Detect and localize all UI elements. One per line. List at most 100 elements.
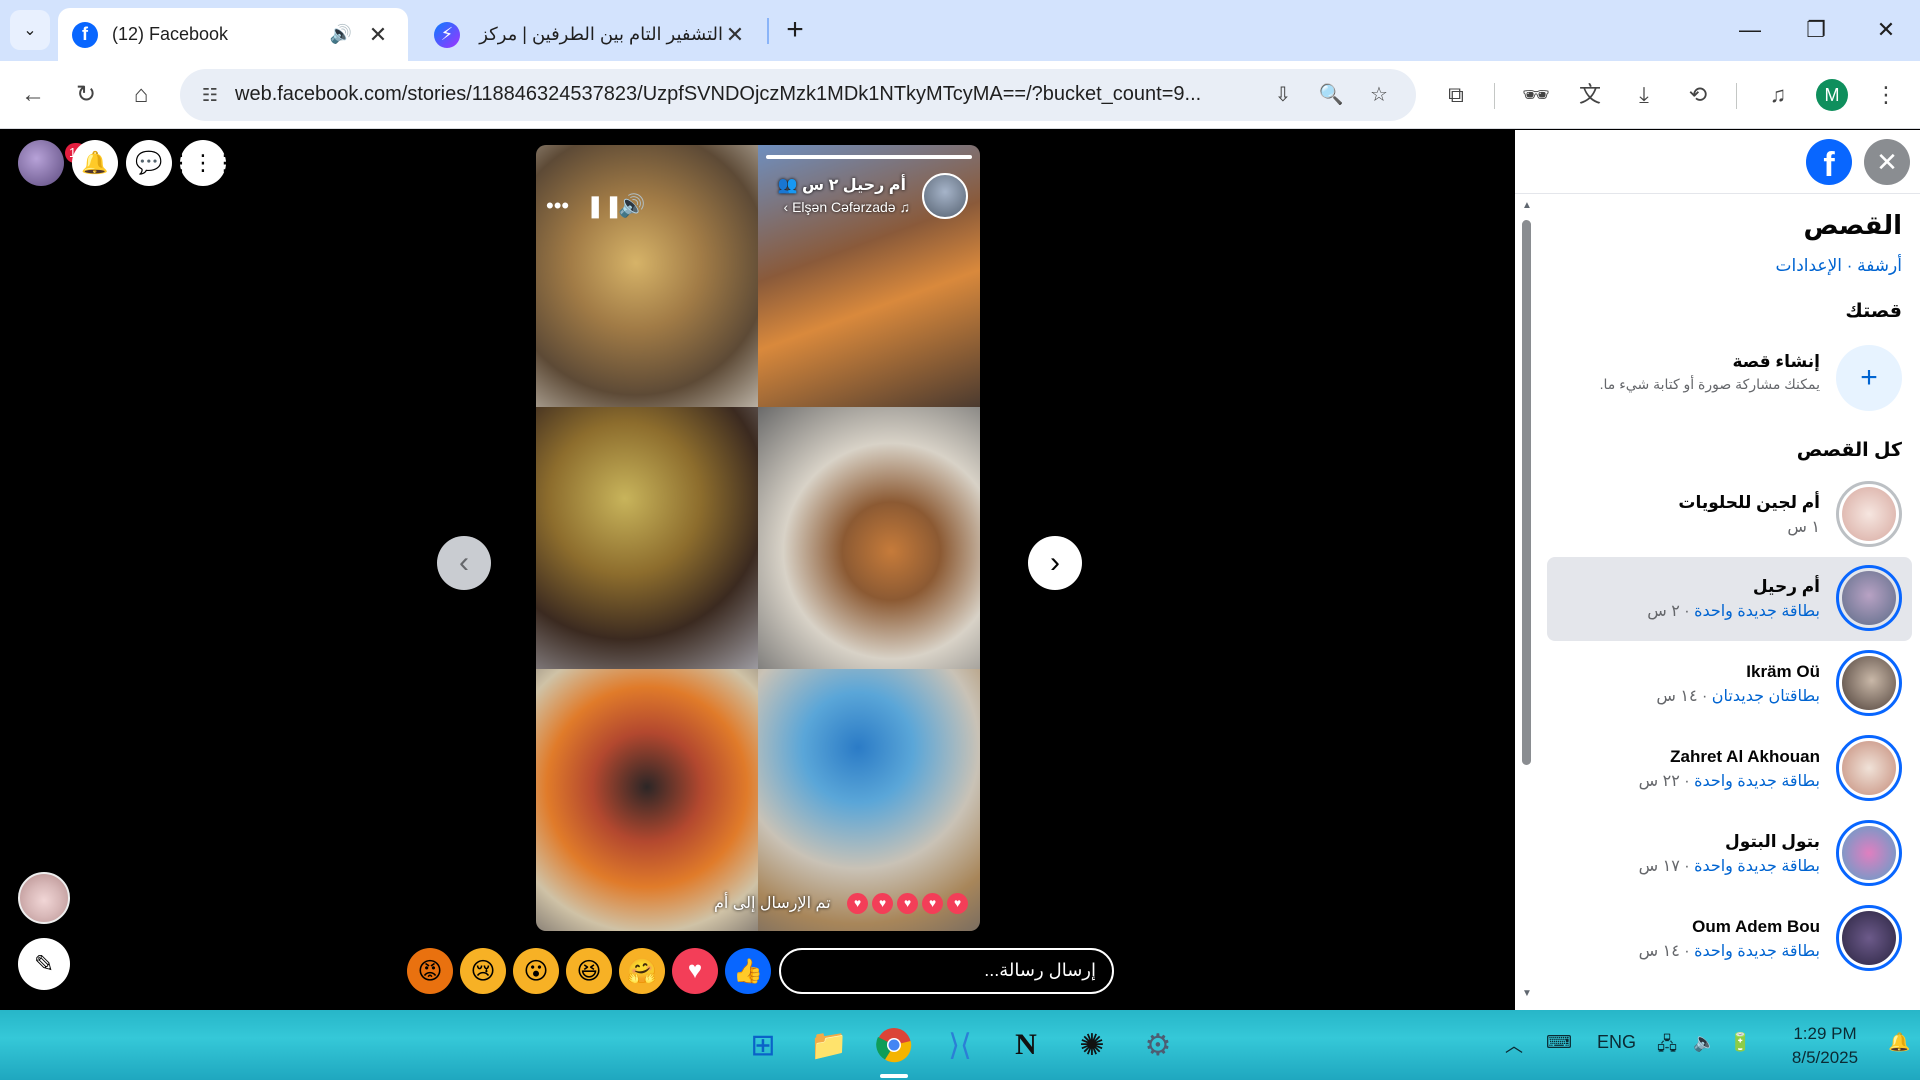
story-avatar[interactable]: [1836, 820, 1902, 886]
avatar-image: [1842, 571, 1896, 625]
file-explorer-icon[interactable]: 📁: [806, 1022, 852, 1068]
translate-icon[interactable]: 文: [1570, 75, 1610, 115]
language-indicator[interactable]: ENG: [1597, 1032, 1636, 1053]
more-options-icon[interactable]: •••: [546, 193, 569, 219]
story-author-label[interactable]: أم رحيل: [843, 177, 906, 194]
url-text[interactable]: web.facebook.com/stories/118846324537823…: [235, 83, 1235, 106]
story-list-item[interactable]: Oum Adem Bou بطاقة جديدة واحدة · ١٤ س: [1547, 897, 1912, 981]
zoom-icon[interactable]: 🔍: [1316, 81, 1346, 109]
story-list-item[interactable]: Zahret Al Akhouan بطاقة جديدة واحدة · ٢٢…: [1547, 727, 1912, 811]
story-name[interactable]: Oum Adem Bou: [1692, 917, 1820, 937]
compose-icon[interactable]: ✎: [18, 938, 70, 990]
story-list-item-selected[interactable]: أم رحيل بطاقة جديدة واحدة · ٢ س: [1547, 557, 1912, 641]
story-author-avatar[interactable]: [922, 173, 968, 219]
panel-scrollbar[interactable]: ▲ ▼: [1519, 200, 1533, 1005]
story-name[interactable]: بتول البتول: [1725, 832, 1820, 852]
show-hidden-icons-chevron-icon[interactable]: ︿: [1505, 1032, 1523, 1058]
create-story-item[interactable]: + إنشاء قصة يمكنك مشاركة صورة أو كتابة ش…: [1515, 335, 1920, 415]
media-control-icon[interactable]: ♫: [1758, 75, 1798, 115]
your-story-avatar[interactable]: [18, 872, 70, 924]
home-button[interactable]: ⌂: [121, 75, 161, 115]
archive-settings-links[interactable]: أرشفة · الإعدادات: [1775, 256, 1902, 276]
facebook-logo-icon[interactable]: f: [1806, 139, 1852, 185]
back-button[interactable]: ←: [13, 75, 53, 115]
story-list-item[interactable]: Ikräm Oü بطاقتان جديدتان · ١٤ س: [1547, 642, 1912, 726]
story-name[interactable]: أم رحيل: [1753, 577, 1820, 597]
minimize-button[interactable]: —: [1720, 10, 1780, 50]
music-artist[interactable]: Elşən Cəfərzadə: [792, 199, 896, 215]
story-photo: [758, 407, 980, 669]
angry-reaction-icon[interactable]: 😡: [407, 948, 453, 994]
story-music[interactable]: ‹ Elşən Cəfərzadə ♫: [784, 199, 910, 215]
new-tab-button[interactable]: +: [778, 14, 812, 48]
create-story-title[interactable]: إنشاء قصة: [1733, 352, 1821, 372]
bookmark-star-icon[interactable]: ☆: [1364, 81, 1394, 109]
tab-search-button[interactable]: ⌄: [10, 10, 50, 50]
chrome-icon[interactable]: [871, 1022, 917, 1068]
haha-reaction-icon[interactable]: 😆: [566, 948, 612, 994]
like-reaction-icon[interactable]: 👍: [725, 948, 771, 994]
story-list-item[interactable]: بتول البتول بطاقة جديدة واحدة · ١٧ س: [1547, 812, 1912, 896]
settings-gear-icon[interactable]: ⚙: [1135, 1022, 1181, 1068]
history-icon[interactable]: ⟲: [1678, 75, 1718, 115]
restore-button[interactable]: ❐: [1786, 10, 1846, 50]
story-name[interactable]: Zahret Al Akhouan: [1670, 747, 1820, 767]
reply-input[interactable]: إرسال رسالة...: [779, 948, 1114, 994]
music-note-icon: ♫: [899, 199, 911, 215]
story-avatar[interactable]: [1836, 905, 1902, 971]
care-reaction-icon[interactable]: 🤗: [619, 948, 665, 994]
previous-story-button[interactable]: ‹: [437, 536, 491, 590]
apps-grid-icon[interactable]: ⋮⋮⋮: [170, 140, 236, 186]
menu-dots-icon[interactable]: ⋮: [1866, 75, 1906, 115]
story-author-name[interactable]: أم رحيل ٢ س 👥: [778, 175, 906, 195]
notification-center-icon[interactable]: 🔔: [1888, 1032, 1910, 1053]
next-story-button[interactable]: ›: [1028, 536, 1082, 590]
scroll-down-icon[interactable]: ▼: [1521, 988, 1533, 999]
network-icon[interactable]: 🖧: [1657, 1032, 1677, 1062]
story-list-item[interactable]: أم لجين للحلويات ١ س: [1547, 473, 1912, 557]
volume-icon[interactable]: 🔊: [618, 193, 645, 219]
vscode-icon[interactable]: ⟩⟨: [937, 1022, 983, 1068]
close-viewer-icon[interactable]: ✕: [1864, 139, 1910, 185]
scroll-thumb[interactable]: [1522, 220, 1531, 765]
tab-messenger[interactable]: ⚡ التشفير التام بين الطرفين | مركز ... ✕: [420, 8, 765, 61]
close-window-button[interactable]: ✕: [1856, 10, 1916, 50]
start-windows-icon[interactable]: ⊞: [740, 1022, 786, 1068]
notifications-bell-icon[interactable]: 🔔: [72, 140, 118, 186]
chatgpt-icon[interactable]: ✺: [1069, 1022, 1115, 1068]
story-avatar[interactable]: [1836, 565, 1902, 631]
facebook-icon: f: [72, 21, 98, 48]
sad-reaction-icon[interactable]: 😢: [460, 948, 506, 994]
story-avatar[interactable]: [1836, 735, 1902, 801]
wow-reaction-icon[interactable]: 😮: [513, 948, 559, 994]
story-name[interactable]: Ikräm Oü: [1746, 662, 1820, 682]
account-avatar[interactable]: [18, 140, 64, 186]
plus-icon[interactable]: +: [1836, 345, 1902, 411]
tab-title: (12) Facebook: [112, 24, 229, 44]
notion-icon[interactable]: N: [1003, 1022, 1049, 1068]
install-app-icon[interactable]: ⇩: [1268, 81, 1298, 109]
love-reaction-icon[interactable]: ♥: [672, 948, 718, 994]
tab-facebook[interactable]: f (12) Facebook 🔊 ✕: [58, 8, 408, 61]
volume-icon[interactable]: 🔈: [1693, 1032, 1715, 1053]
close-tab-icon[interactable]: ✕: [366, 22, 390, 48]
heart-icon: ♥: [872, 893, 893, 914]
keyboard-icon[interactable]: ⌨: [1546, 1032, 1572, 1053]
story-name[interactable]: أم لجين للحلويات: [1678, 493, 1820, 513]
profile-avatar[interactable]: M: [1816, 79, 1848, 111]
reload-button[interactable]: ↻: [66, 75, 106, 115]
scroll-up-icon[interactable]: ▲: [1521, 200, 1533, 211]
address-bar[interactable]: ☷ web.facebook.com/stories/1188463245378…: [180, 69, 1416, 121]
story-avatar[interactable]: [1836, 481, 1902, 547]
downloads-icon[interactable]: ⤓: [1624, 75, 1664, 115]
speaker-icon[interactable]: 🔊: [330, 24, 352, 45]
system-clock[interactable]: 1:29 PM 8/5/2025: [1770, 1022, 1880, 1070]
extensions-icon[interactable]: ⧉: [1436, 75, 1476, 115]
site-info-icon[interactable]: ☷: [196, 81, 224, 109]
battery-icon[interactable]: 🔋: [1729, 1032, 1751, 1053]
messenger-icon[interactable]: 💬: [126, 140, 172, 186]
story-card[interactable]: ••• ❚❚ 🔊 أم رحيل ٢ س 👥 ‹ Elşən Cəfərzadə…: [536, 145, 980, 931]
story-avatar[interactable]: [1836, 650, 1902, 716]
incognito-icon[interactable]: 🕶: [1516, 75, 1556, 115]
close-tab-icon[interactable]: ✕: [723, 22, 747, 48]
